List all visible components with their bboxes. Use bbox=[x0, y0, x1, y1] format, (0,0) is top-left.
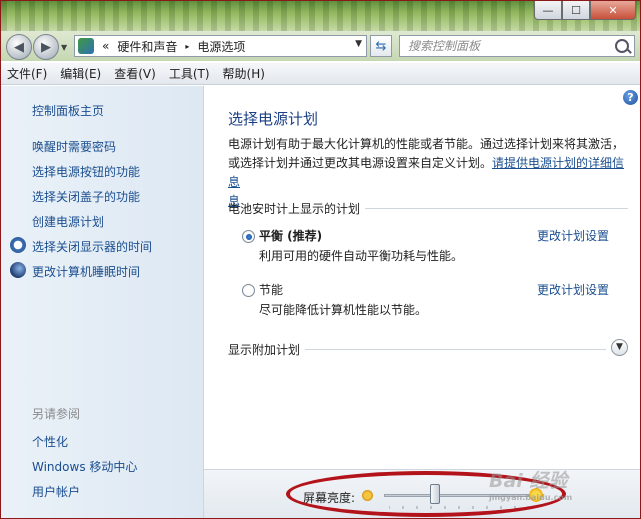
sidebar-home-link[interactable]: 控制面板主页 bbox=[32, 102, 104, 119]
plan-balanced-settings-link[interactable]: 更改计划设置 bbox=[537, 227, 609, 244]
sidebar-item-power-button[interactable]: 选择电源按钮的功能 bbox=[32, 163, 140, 180]
breadcrumb-power-options[interactable]: 电源选项 bbox=[197, 38, 245, 55]
main-content: ? 选择电源计划 电源计划有助于最大化计算机的性能或者节能。通过选择计划来将其激… bbox=[204, 86, 640, 518]
close-button[interactable]: ✕ bbox=[590, 1, 636, 20]
clock-icon bbox=[10, 237, 26, 253]
menu-tools[interactable]: 工具(T) bbox=[169, 65, 210, 82]
sidebar-item-sleep-time[interactable]: 更改计算机睡眠时间 bbox=[32, 263, 140, 280]
control-panel-window: — ☐ ✕ ◀ ▶ ▼ « 硬件和声音 ▸ 电源选项 ▼ ⇆ 搜索控制面板 文件… bbox=[0, 0, 641, 519]
window-controls: — ☐ ✕ bbox=[534, 1, 636, 20]
refresh-button[interactable]: ⇆ bbox=[370, 35, 392, 57]
search-placeholder: 搜索控制面板 bbox=[408, 39, 481, 53]
brightness-bar: 屏幕亮度: bbox=[204, 469, 640, 518]
menu-bar: 文件(F) 编辑(E) 查看(V) 工具(T) 帮助(H) bbox=[1, 63, 640, 85]
chevron-down-icon[interactable]: ▼ bbox=[611, 339, 628, 356]
moon-icon bbox=[10, 262, 26, 278]
page-title: 选择电源计划 bbox=[228, 110, 319, 128]
arrow-right-icon: ▶ bbox=[41, 39, 51, 55]
refresh-icon: ⇆ bbox=[375, 38, 387, 54]
description-line-1: 电源计划有助于最大化计算机的性能或者节能。通过选择计划来将其激活， bbox=[228, 137, 625, 151]
watermark-subtext: jingyan.baidu.com bbox=[489, 493, 573, 502]
plan-saver-settings-link[interactable]: 更改计划设置 bbox=[537, 281, 609, 298]
divider bbox=[305, 349, 606, 350]
breadcrumb-hardware-sound[interactable]: 硬件和声音 bbox=[117, 38, 177, 55]
plan-saver-description: 尽可能降低计算机性能以节能。 bbox=[259, 303, 428, 317]
forward-button[interactable]: ▶ bbox=[33, 34, 59, 60]
menu-view[interactable]: 查看(V) bbox=[114, 65, 156, 82]
divider bbox=[365, 208, 628, 209]
address-dropdown-icon[interactable]: ▼ bbox=[355, 39, 362, 49]
search-input[interactable]: 搜索控制面板 bbox=[399, 35, 635, 57]
sidebar-item-display-off[interactable]: 选择关闭显示器的时间 bbox=[32, 238, 152, 255]
plan-saver-name[interactable]: 节能 bbox=[259, 281, 283, 298]
plan-balanced-name[interactable]: 平衡 (推荐) bbox=[259, 227, 322, 244]
minimize-button[interactable]: — bbox=[534, 1, 562, 20]
dim-brightness-icon bbox=[362, 490, 373, 501]
watermark-text: Bai 经验 bbox=[489, 470, 568, 492]
control-panel-icon bbox=[78, 38, 94, 54]
arrow-left-icon: ◀ bbox=[14, 39, 24, 55]
search-icon[interactable] bbox=[615, 39, 629, 53]
menu-edit[interactable]: 编辑(E) bbox=[60, 65, 101, 82]
plan-balanced-radio[interactable] bbox=[242, 230, 255, 243]
sidebar-item-user-accounts[interactable]: 用户帐户 bbox=[32, 483, 80, 500]
sidebar: 控制面板主页 唤醒时需要密码 选择电源按钮的功能 选择关闭盖子的功能 创建电源计… bbox=[1, 86, 204, 518]
recent-pages-chevron-icon[interactable]: ▼ bbox=[61, 43, 67, 52]
back-button[interactable]: ◀ bbox=[6, 34, 32, 60]
brightness-label: 屏幕亮度: bbox=[303, 491, 356, 505]
see-also-heading: 另请参阅 bbox=[32, 407, 81, 421]
additional-plans-heading[interactable]: 显示附加计划 bbox=[228, 341, 300, 358]
watermark: Bai 经验 jingyan.baidu.com bbox=[489, 466, 572, 502]
maximize-button[interactable]: ☐ bbox=[562, 1, 590, 20]
battery-plans-heading: 电池安时计上显示的计划 bbox=[228, 202, 361, 216]
plan-saver-radio[interactable] bbox=[242, 284, 255, 297]
plan-balanced-description: 利用可用的硬件自动平衡功耗与性能。 bbox=[259, 249, 464, 263]
brightness-slider-thumb[interactable] bbox=[429, 484, 440, 504]
sidebar-item-lid-close[interactable]: 选择关闭盖子的功能 bbox=[32, 188, 140, 205]
sidebar-item-personalization[interactable]: 个性化 bbox=[32, 433, 68, 450]
sidebar-item-wake-password[interactable]: 唤醒时需要密码 bbox=[32, 138, 116, 155]
navigation-bar: ◀ ▶ ▼ « 硬件和声音 ▸ 电源选项 ▼ ⇆ 搜索控制面板 bbox=[1, 31, 640, 61]
breadcrumb-separator-icon[interactable]: ▸ bbox=[185, 42, 189, 51]
menu-file[interactable]: 文件(F) bbox=[7, 65, 47, 82]
help-icon[interactable]: ? bbox=[623, 90, 638, 105]
address-bar[interactable]: « 硬件和声音 ▸ 电源选项 ▼ bbox=[74, 35, 367, 57]
slider-ticks bbox=[389, 506, 529, 509]
title-bar: — ☐ ✕ bbox=[1, 1, 640, 31]
sidebar-item-create-plan[interactable]: 创建电源计划 bbox=[32, 213, 104, 230]
address-prefix[interactable]: « bbox=[102, 39, 109, 53]
description-line-2: 或选择计划并通过更改其电源设置来自定义计划。 bbox=[228, 156, 493, 170]
menu-help[interactable]: 帮助(H) bbox=[223, 65, 265, 82]
sidebar-item-mobility-center[interactable]: Windows 移动中心 bbox=[32, 458, 137, 475]
